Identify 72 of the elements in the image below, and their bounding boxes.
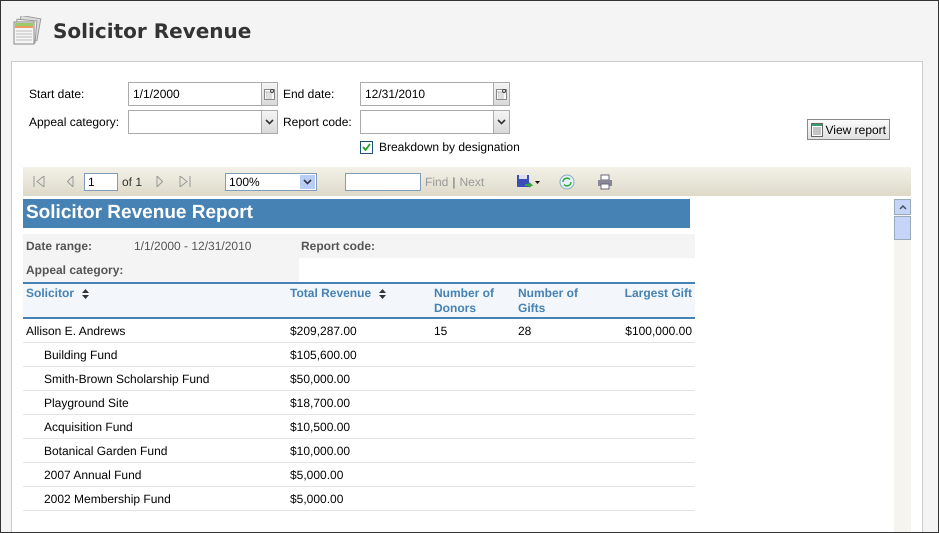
last-page-icon[interactable] bbox=[179, 176, 192, 187]
scrollbar-thumb[interactable] bbox=[894, 216, 911, 240]
calendar-button[interactable] bbox=[261, 83, 277, 105]
table-cell-text: $18,700.00 bbox=[289, 394, 352, 412]
parameter-value: 1/1/2000 - 12/31/2010 bbox=[134, 238, 252, 255]
column-header[interactable]: Number of Gifts bbox=[515, 286, 599, 317]
table-cell-text: $5,000.00 bbox=[289, 490, 344, 508]
table-cell-text: $209,287.00 bbox=[289, 322, 358, 340]
table-cell-text: $105,600.00 bbox=[289, 346, 358, 364]
next-link[interactable]: Next bbox=[459, 172, 484, 190]
dropdown-button[interactable] bbox=[261, 111, 277, 133]
report-title: Solicitor Revenue Report bbox=[23, 199, 690, 228]
table-cell-text: Playground Site bbox=[43, 394, 130, 412]
dropdown-field[interactable] bbox=[128, 110, 278, 134]
calendar-icon bbox=[496, 88, 507, 100]
document-icon bbox=[810, 122, 823, 136]
table-cell-text: 2007 Annual Fund bbox=[43, 466, 142, 484]
table-cell-text: Acquisition Fund bbox=[43, 418, 134, 436]
checkbox[interactable] bbox=[360, 140, 373, 154]
dropdown-field[interactable] bbox=[360, 110, 510, 134]
table-cell-text: Building Fund bbox=[43, 346, 118, 364]
table-cell-text: Botanical Garden Fund bbox=[43, 442, 168, 460]
sort-icon bbox=[379, 288, 386, 299]
page-number-field[interactable]: 1 bbox=[84, 172, 118, 190]
view-report-button[interactable]: View report bbox=[806, 119, 890, 140]
table-cell-text: Smith-Brown Scholarship Fund bbox=[43, 370, 210, 388]
find-field[interactable] bbox=[345, 172, 422, 190]
check-icon bbox=[362, 143, 371, 151]
caret-icon bbox=[497, 119, 506, 125]
next-page-icon[interactable] bbox=[156, 176, 164, 187]
page-count: of 1 bbox=[122, 174, 142, 190]
zoom-dropdown[interactable]: 100% bbox=[225, 172, 318, 190]
scrollbar[interactable] bbox=[894, 199, 911, 532]
date-field[interactable]: 12/31/2010 bbox=[360, 82, 510, 106]
table-cell-text: $100,000.00 bbox=[624, 322, 693, 340]
previous-page-icon[interactable] bbox=[67, 176, 74, 187]
print-icon[interactable] bbox=[597, 174, 614, 190]
column-header[interactable]: Solicitor bbox=[23, 286, 287, 317]
date-field[interactable]: 1/1/2000 bbox=[128, 82, 278, 106]
table-cell-text: $10,500.00 bbox=[289, 418, 352, 436]
dropdown-button[interactable] bbox=[493, 111, 509, 133]
table-cell-text: $50,000.00 bbox=[289, 370, 352, 388]
column-header[interactable]: Largest Gift bbox=[599, 286, 695, 317]
page-title: Solicitor Revenue bbox=[53, 18, 252, 45]
table-cell-text: Allison E. Andrews bbox=[25, 322, 126, 340]
scroll-up-icon bbox=[898, 204, 906, 210]
field-label: Appeal category: bbox=[29, 114, 120, 131]
field-label: Start date: bbox=[29, 86, 86, 103]
field-label: Report code: bbox=[283, 114, 353, 131]
parameter-label: Date range: bbox=[26, 238, 94, 255]
checkbox-label: Breakdown by designation bbox=[379, 139, 520, 156]
parameter-label: Report code: bbox=[301, 238, 376, 255]
first-page-icon[interactable] bbox=[33, 176, 45, 187]
table-cell-text: 15 bbox=[433, 322, 448, 340]
refresh-icon[interactable] bbox=[559, 174, 576, 190]
field-label: End date: bbox=[283, 86, 336, 103]
calendar-button[interactable] bbox=[493, 83, 509, 105]
column-header[interactable]: Total Revenue bbox=[287, 286, 431, 317]
column-header[interactable]: Number of Donors bbox=[431, 286, 515, 317]
sort-icon bbox=[82, 288, 90, 299]
caret-icon bbox=[303, 178, 312, 184]
parameter-label: Appeal category: bbox=[25, 262, 124, 279]
find-link[interactable]: Find bbox=[425, 172, 448, 190]
table-cell-text: 2002 Membership Fund bbox=[43, 490, 172, 508]
table-cell-text: 28 bbox=[517, 322, 532, 340]
calendar-icon bbox=[264, 88, 275, 100]
table-cell-text: $5,000.00 bbox=[289, 466, 344, 484]
save-icon[interactable] bbox=[516, 174, 540, 190]
report-stack-icon bbox=[11, 16, 43, 46]
table-cell-text: $10,000.00 bbox=[289, 442, 352, 460]
separator: | bbox=[452, 174, 456, 190]
caret-icon bbox=[265, 119, 274, 125]
